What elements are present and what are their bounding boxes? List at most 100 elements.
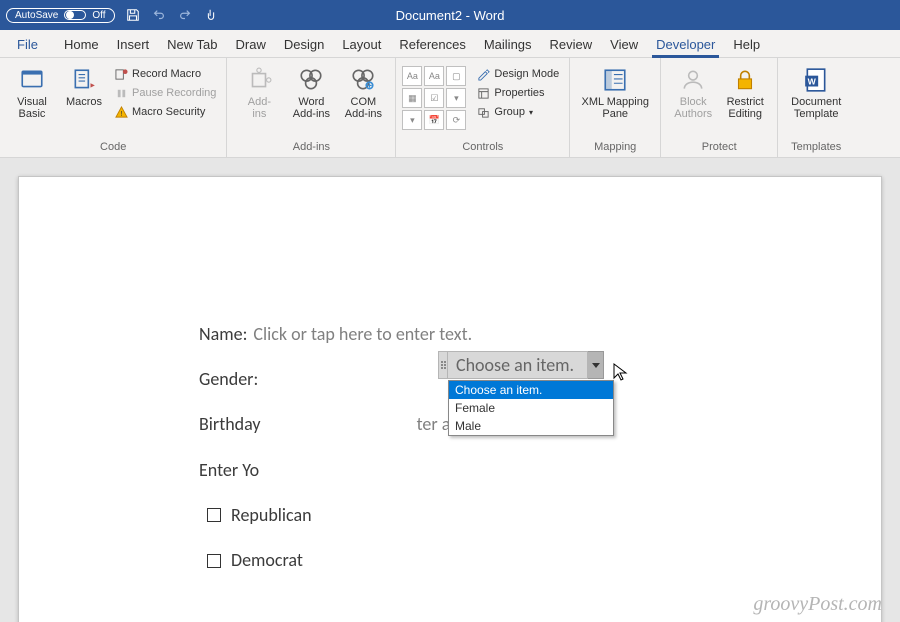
xml-mapping-icon <box>601 66 629 94</box>
gender-dropdown-list: Choose an item. Female Male <box>448 380 614 436</box>
checkbox-democrat[interactable] <box>207 554 221 568</box>
macro-security-button[interactable]: ! Macro Security <box>110 104 220 120</box>
dropdown-control-icon[interactable]: ▾ <box>402 110 422 130</box>
autosave-state: Off <box>92 10 105 21</box>
group-addins-label: Add-ins <box>233 139 389 155</box>
group-protect-label: Protect <box>667 139 771 155</box>
pause-recording-button: Pause Recording <box>110 85 220 101</box>
birthday-label: Birthday <box>199 412 261 437</box>
dropdown-option-male[interactable]: Male <box>449 417 613 435</box>
tab-file[interactable]: File <box>8 32 47 57</box>
tab-view[interactable]: View <box>601 32 647 57</box>
touch-mode-icon[interactable] <box>203 7 219 23</box>
group-templates: W Document Template Templates <box>778 58 854 157</box>
gender-label: Gender: <box>199 367 258 392</box>
record-macro-button[interactable]: Record Macro <box>110 66 220 82</box>
record-icon <box>114 67 128 81</box>
name-label: Name: <box>199 322 247 347</box>
mouse-cursor-icon <box>613 363 629 383</box>
option-democrat: Democrat <box>231 548 303 573</box>
autosave-toggle[interactable]: AutoSave Off <box>6 8 115 23</box>
watermark: groovyPost.com <box>753 593 882 616</box>
ribbon: Visual Basic Macros Record Macro Pause R… <box>0 58 900 158</box>
properties-button[interactable]: Properties <box>472 85 563 101</box>
dropdown-option-placeholder[interactable]: Choose an item. <box>449 381 613 399</box>
document-template-button[interactable]: W Document Template <box>784 62 848 139</box>
word-addins-icon <box>297 66 325 94</box>
properties-icon <box>476 86 490 100</box>
group-mapping: XML Mapping Pane Mapping <box>570 58 661 157</box>
title-bar: AutoSave Off Document2 - Word <box>0 0 900 30</box>
picture-control-icon[interactable]: ▢ <box>446 66 466 86</box>
addins-icon <box>245 66 273 94</box>
design-mode-icon <box>476 67 490 81</box>
tab-references[interactable]: References <box>390 32 474 57</box>
xml-mapping-button[interactable]: XML Mapping Pane <box>576 62 654 139</box>
com-addins-icon <box>349 66 377 94</box>
rich-text-control-icon[interactable]: Aa <box>402 66 422 86</box>
group-code-label: Code <box>6 139 220 155</box>
ribbon-tabs: File Home Insert New Tab Draw Design Lay… <box>0 30 900 58</box>
addins-button: Add- ins <box>233 62 285 139</box>
group-controls-label: Controls <box>402 139 563 155</box>
block-authors-button: Block Authors <box>667 62 719 139</box>
tab-insert[interactable]: Insert <box>108 32 159 57</box>
warning-icon: ! <box>114 105 128 119</box>
macros-button[interactable]: Macros <box>58 62 110 139</box>
tab-review[interactable]: Review <box>541 32 602 57</box>
com-addins-button[interactable]: COM Add-ins <box>337 62 389 139</box>
gender-dropdown-control[interactable]: Choose an item. Choose an item. Female M… <box>438 351 614 436</box>
lock-icon <box>731 66 759 94</box>
tab-help[interactable]: Help <box>724 32 769 57</box>
word-document-icon: W <box>802 66 830 94</box>
checkbox-control-icon[interactable]: ☑ <box>424 88 444 108</box>
content-control-handle-icon[interactable] <box>438 351 448 379</box>
tab-design[interactable]: Design <box>275 32 333 57</box>
document-title: Document2 - Word <box>396 8 505 23</box>
word-addins-button[interactable]: Word Add-ins <box>285 62 337 139</box>
group-protect: Block Authors Restrict Editing Protect <box>661 58 778 157</box>
gender-dropdown-value[interactable]: Choose an item. <box>448 351 588 379</box>
toggle-off-icon <box>64 10 86 20</box>
svg-text:!: ! <box>120 109 122 118</box>
tab-layout[interactable]: Layout <box>333 32 390 57</box>
vote-label: Enter Yo <box>199 458 259 483</box>
svg-text:W: W <box>808 76 817 86</box>
plain-text-control-icon[interactable]: Aa <box>424 66 444 86</box>
chevron-down-icon: ▾ <box>529 108 533 117</box>
date-picker-control-icon[interactable]: 📅 <box>424 110 444 130</box>
checkbox-republican[interactable] <box>207 508 221 522</box>
visual-basic-icon <box>18 66 46 94</box>
save-icon[interactable] <box>125 7 141 23</box>
group-button[interactable]: Group ▾ <box>472 104 563 120</box>
group-addins: Add- ins Word Add-ins COM Add-ins Add-in… <box>227 58 396 157</box>
tab-newtab[interactable]: New Tab <box>158 32 226 57</box>
tab-developer[interactable]: Developer <box>647 32 724 57</box>
restrict-editing-button[interactable]: Restrict Editing <box>719 62 771 139</box>
redo-icon[interactable] <box>177 7 193 23</box>
controls-gallery[interactable]: Aa Aa ▢ ▦ ☑ ▾ ▾ 📅 ⟳ <box>402 62 472 139</box>
design-mode-button[interactable]: Design Mode <box>472 66 563 82</box>
group-controls: Aa Aa ▢ ▦ ☑ ▾ ▾ 📅 ⟳ Design Mode Properti… <box>396 58 570 157</box>
name-placeholder[interactable]: Click or tap here to enter text. <box>253 322 472 347</box>
tab-mailings[interactable]: Mailings <box>475 32 541 57</box>
document-area: Name: Click or tap here to enter text. G… <box>0 158 900 622</box>
combo-box-control-icon[interactable]: ▾ <box>446 88 466 108</box>
group-code: Visual Basic Macros Record Macro Pause R… <box>0 58 227 157</box>
visual-basic-button[interactable]: Visual Basic <box>6 62 58 139</box>
chevron-down-icon <box>592 361 600 369</box>
tab-home[interactable]: Home <box>55 32 108 57</box>
building-block-control-icon[interactable]: ▦ <box>402 88 422 108</box>
autosave-label: AutoSave <box>15 10 58 21</box>
macros-icon <box>70 66 98 94</box>
dropdown-arrow-button[interactable] <box>588 351 604 379</box>
pause-icon <box>114 86 128 100</box>
repeating-section-control-icon[interactable]: ⟳ <box>446 110 466 130</box>
dropdown-option-female[interactable]: Female <box>449 399 613 417</box>
group-mapping-label: Mapping <box>576 139 654 155</box>
group-templates-label: Templates <box>784 139 848 155</box>
tab-draw[interactable]: Draw <box>227 32 275 57</box>
visual-basic-label: Visual Basic <box>17 96 47 120</box>
block-authors-icon <box>679 66 707 94</box>
undo-icon[interactable] <box>151 7 167 23</box>
